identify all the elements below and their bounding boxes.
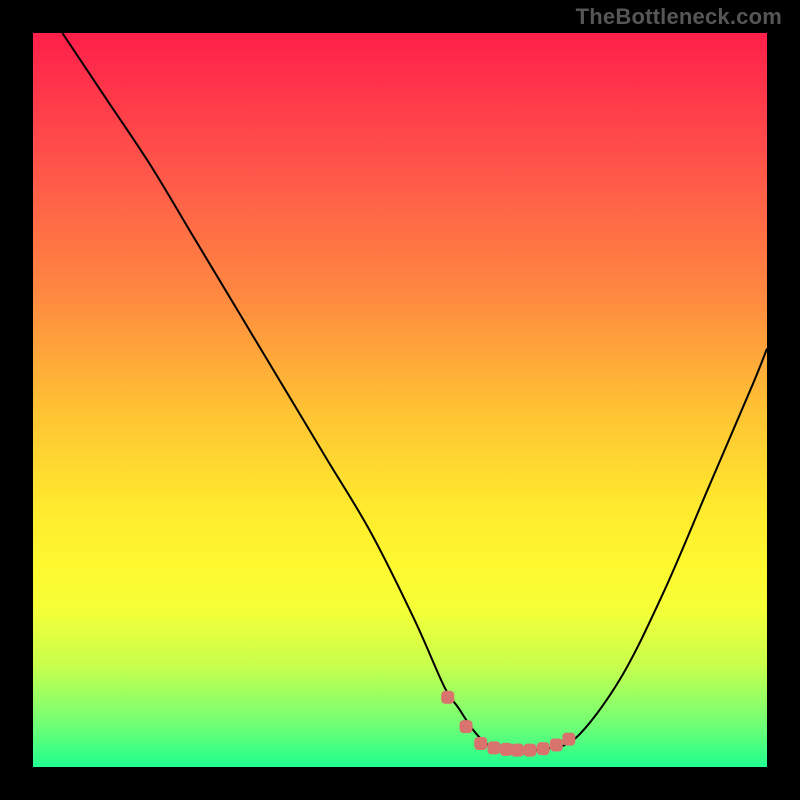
marker-point xyxy=(562,733,575,746)
marker-group xyxy=(441,691,575,757)
marker-point xyxy=(460,720,473,733)
marker-point xyxy=(441,691,454,704)
marker-point xyxy=(511,744,524,757)
curve-line xyxy=(62,33,767,750)
marker-point xyxy=(537,742,550,755)
chart-frame: TheBottleneck.com xyxy=(0,0,800,800)
marker-point xyxy=(487,741,500,754)
marker-point xyxy=(523,744,536,757)
marker-point xyxy=(550,738,563,751)
plot-area xyxy=(33,33,767,767)
watermark-text: TheBottleneck.com xyxy=(576,4,782,30)
chart-svg xyxy=(33,33,767,767)
marker-point xyxy=(474,737,487,750)
